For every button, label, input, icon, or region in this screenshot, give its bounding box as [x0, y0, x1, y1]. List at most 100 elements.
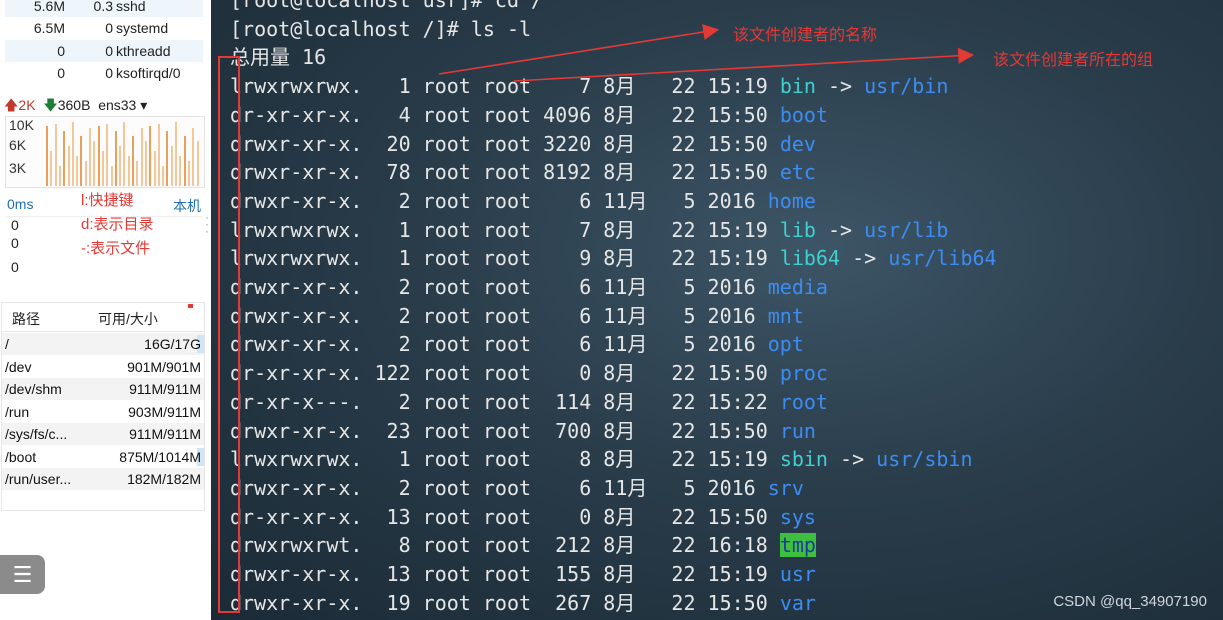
- traffic-bar: [144, 141, 147, 186]
- disk-size: 911M/911M: [129, 426, 201, 442]
- disk-row[interactable]: /boot 875M/1014M: [2, 446, 204, 468]
- annotation-arrows: [438, 24, 975, 82]
- traffic-bar: [175, 122, 177, 186]
- traffic-bar: [140, 128, 143, 186]
- process-cpu: 0: [105, 43, 113, 59]
- traffic-bar: [196, 141, 199, 186]
- process-memory: 0: [57, 65, 65, 81]
- note-link: l:快捷键: [81, 192, 134, 209]
- traffic-bar: [80, 136, 83, 186]
- disk-path: /sys/fs/c...: [5, 426, 68, 442]
- traffic-bar: [89, 128, 91, 186]
- traffic-bar: [76, 156, 79, 186]
- network-traffic-chart: 10K 6K 3K: [5, 116, 205, 188]
- process-row[interactable]: 5.6M 0.3 sshd: [5, 0, 203, 17]
- resize-handle[interactable]: · · ·: [205, 211, 209, 237]
- process-row[interactable]: 0 0 ksoftirqd/0: [5, 62, 203, 84]
- traffic-bar: [123, 122, 126, 186]
- process-name: kthreadd: [116, 43, 171, 59]
- disk-usage-table: 路径 可用/大小 / 16G/17G/dev 901M/901M/dev/shm 91…: [1, 302, 205, 511]
- latency-value: 0: [11, 259, 19, 275]
- interface-select[interactable]: ens33 ▾: [98, 97, 147, 113]
- disk-row[interactable]: /dev/shm 911M/911M: [2, 378, 204, 400]
- disk-path: /run/user...: [5, 471, 72, 487]
- process-memory: 6.5M: [33, 20, 65, 36]
- y-tick-3k: 3K: [9, 160, 27, 176]
- traffic-bar: [166, 131, 169, 186]
- latency-local-label: 本机: [173, 198, 201, 214]
- traffic-bar: [183, 136, 186, 186]
- traffic-bar: [132, 136, 134, 186]
- group-annotation: 该文件创建者所在的组: [993, 50, 1154, 69]
- process-name: sshd: [116, 0, 146, 14]
- column-header-size[interactable]: 可用/大小: [98, 309, 158, 329]
- traffic-bar: [192, 128, 195, 186]
- disk-row[interactable]: /run 903M/911M: [2, 401, 204, 423]
- disk-size: 901M/901M: [127, 358, 201, 375]
- traffic-bar: [127, 156, 130, 186]
- menu-button[interactable]: ☰: [0, 555, 45, 594]
- disk-row[interactable]: / 16G/17G: [2, 333, 204, 355]
- owner-arrow: [438, 24, 720, 75]
- disk-path: /: [5, 336, 9, 352]
- column-header-path[interactable]: 路径: [12, 309, 40, 329]
- note-directory: d:表示目录: [81, 216, 154, 233]
- traffic-bar: [93, 141, 96, 186]
- menu-icon: ☰: [12, 562, 33, 587]
- traffic-bar: [136, 161, 139, 186]
- download-rate: 360B: [57, 97, 91, 113]
- latency-label: 0ms: [7, 196, 34, 212]
- process-cpu: 0: [105, 65, 113, 81]
- interface-label: ens33: [98, 97, 137, 113]
- process-cpu: 0.3: [93, 0, 113, 14]
- traffic-bar: [106, 124, 109, 186]
- traffic-bar: [170, 146, 173, 186]
- process-row[interactable]: 6.5M 0 systemd: [5, 17, 203, 39]
- disk-table-header: 路径 可用/大小: [2, 303, 204, 332]
- traffic-bar: [84, 161, 87, 186]
- y-tick-10k: 10K: [9, 117, 34, 133]
- disk-row[interactable]: /run/user... 182M/182M: [2, 468, 204, 490]
- traffic-bar: [101, 151, 104, 186]
- disk-path: /boot: [5, 448, 37, 465]
- traffic-bar: [54, 124, 57, 186]
- latency-value: 0: [11, 217, 19, 233]
- process-row[interactable]: 0 0 kthreadd: [5, 40, 203, 62]
- traffic-bar: [157, 124, 160, 186]
- disk-size: 911M/911M: [129, 381, 201, 397]
- process-name: ksoftirqd/0: [116, 65, 181, 81]
- disk-size: 16G/17G: [144, 336, 201, 352]
- terminal-window[interactable]: [root@localhost usr]# cd / [root@localhos…: [211, 0, 1223, 620]
- system-monitor-sidebar: 5.6M 0.3 sshd 6.5M 0 systemd 0 0 kthreadd 0 0 ksoft…: [0, 0, 211, 620]
- note-file: -:表示文件: [81, 240, 151, 257]
- process-memory: 0: [57, 43, 65, 59]
- disk-path: /dev: [5, 358, 32, 375]
- upload-arrow-icon: 🡅: [4, 97, 19, 113]
- traffic-bar: [114, 131, 117, 186]
- disk-row[interactable]: /dev 901M/901M: [2, 356, 204, 378]
- disk-path: /dev/shm: [5, 381, 62, 397]
- watermark: CSDN @qq_34907190: [1053, 593, 1207, 610]
- traffic-bar: [162, 166, 165, 186]
- traffic-bar: [67, 146, 70, 186]
- y-tick-6k: 6K: [9, 137, 27, 153]
- traffic-bar: [110, 166, 113, 186]
- disk-size: 875M/1014M: [119, 448, 201, 465]
- disk-size: 903M/911M: [128, 403, 201, 420]
- disk-row[interactable]: /sys/fs/c... 911M/911M: [2, 423, 204, 445]
- disk-size: 182M/182M: [127, 471, 201, 487]
- traffic-bar: [119, 146, 122, 186]
- latency-value: 0: [11, 235, 19, 251]
- upload-rate: 2K: [18, 97, 36, 113]
- traffic-bar: [153, 151, 156, 186]
- group-arrow: [513, 47, 975, 82]
- process-name: systemd: [116, 20, 169, 36]
- process-cpu: 0: [105, 20, 113, 36]
- disk-path: /run: [5, 403, 30, 420]
- traffic-bar: [97, 126, 100, 186]
- traffic-bar: [179, 156, 182, 186]
- traffic-bar: [63, 131, 66, 186]
- sort-indicator: [188, 304, 193, 308]
- process-memory: 5.6M: [33, 0, 65, 14]
- traffic-bar: [50, 151, 53, 186]
